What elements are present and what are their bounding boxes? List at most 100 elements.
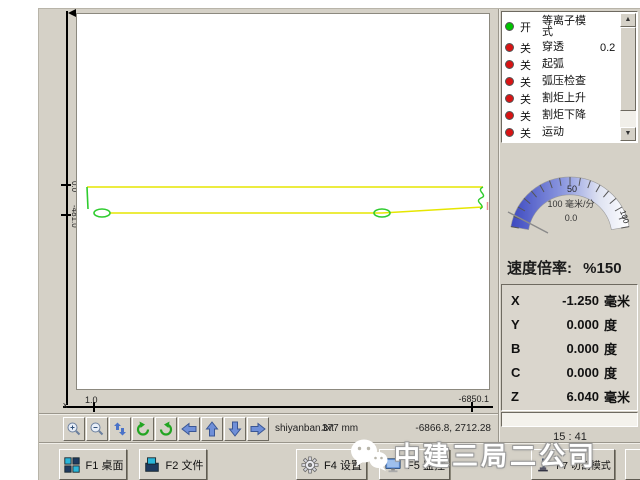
status-state: 关 bbox=[520, 74, 542, 90]
status-label: 穿透 bbox=[542, 42, 592, 53]
status-label: 割炬上升 bbox=[542, 93, 592, 104]
status-label: 割炬下降 bbox=[542, 110, 592, 121]
function-key-bar: F1 桌面 F2 文件 F4 设置 bbox=[39, 442, 640, 480]
led-off-icon bbox=[505, 77, 514, 86]
view-toolbar: shiyanban.txt 377 mm -6866.8, 2712.28 bbox=[39, 413, 498, 442]
f2-file-button[interactable]: F2 文件 bbox=[139, 449, 207, 480]
x-scale-label: 1.0 bbox=[85, 395, 98, 405]
x-right-label: -6850.1 bbox=[429, 394, 489, 404]
zoom-in-button[interactable] bbox=[63, 417, 85, 441]
lead-in-circle-left bbox=[94, 209, 110, 217]
coordinate-readout: X -1.250 毫米 Y 0.000 度 B 0.000 度 C 0.000 … bbox=[501, 284, 638, 411]
led-off-icon bbox=[505, 94, 514, 103]
status-row-motion: 关 运动 bbox=[502, 124, 620, 141]
axis-value: 6.040 bbox=[526, 389, 599, 404]
f1-label: F1 桌面 bbox=[86, 457, 124, 473]
axis-name: X bbox=[502, 293, 526, 308]
arrow-up-icon bbox=[204, 421, 220, 437]
axis-unit: 度 bbox=[599, 315, 637, 334]
f7-cut-mode-button[interactable]: F7 切割模式 bbox=[531, 449, 615, 480]
pan-right-button[interactable] bbox=[247, 417, 269, 441]
scroll-up-button[interactable]: ▲ bbox=[620, 13, 636, 27]
led-off-icon bbox=[505, 128, 514, 137]
right-panel: 开 等离子模式 关 穿透 0.2 关 起弧 bbox=[498, 9, 640, 442]
coord-row-b: B 0.000 度 bbox=[502, 336, 637, 360]
scroll-up-icon: ▲ bbox=[625, 16, 632, 23]
coord-row-z: Z 6.040 毫米 bbox=[502, 384, 637, 408]
led-off-icon bbox=[505, 60, 514, 69]
zoom-in-icon bbox=[66, 421, 82, 437]
status-label: 运动 bbox=[542, 127, 592, 138]
f2-label: F2 文件 bbox=[166, 457, 204, 473]
rotate-cw-icon bbox=[158, 421, 174, 437]
y-axis-arrow-icon bbox=[68, 9, 76, 17]
axis-value: 0.000 bbox=[526, 341, 599, 356]
axis-unit: 度 bbox=[599, 339, 637, 358]
monitor-icon bbox=[384, 456, 402, 474]
pan-up-button[interactable] bbox=[201, 417, 223, 441]
status-row-pierce: 关 穿透 0.2 bbox=[502, 39, 620, 56]
rotate-cw-button[interactable] bbox=[155, 417, 177, 441]
pan-down-button[interactable] bbox=[224, 417, 246, 441]
axis-unit: 毫米 bbox=[599, 291, 637, 310]
rotate-ccw-icon bbox=[135, 421, 151, 437]
axis-unit: 毫米 bbox=[599, 387, 637, 406]
status-label: 起弧 bbox=[542, 59, 592, 70]
io-status-list: 开 等离子模式 关 穿透 0.2 关 起弧 bbox=[501, 11, 638, 143]
machine-control-window: 0.0 -481.0 1.0 x -6850.1 bbox=[38, 8, 640, 480]
arrow-left-icon bbox=[181, 421, 197, 437]
x-axis-name: x bbox=[63, 400, 68, 410]
gear-icon bbox=[301, 456, 319, 474]
refresh-button[interactable] bbox=[109, 417, 131, 441]
status-state: 关 bbox=[520, 91, 542, 107]
torch-icon bbox=[535, 457, 551, 473]
status-label: 弧压检查 bbox=[542, 76, 592, 87]
status-scrollbar[interactable]: ▲ ▼ bbox=[620, 13, 636, 141]
status-state: 开 bbox=[520, 19, 542, 35]
toolpath-left-edge bbox=[87, 187, 88, 209]
rotate-ccw-button[interactable] bbox=[132, 417, 154, 441]
axis-name: Y bbox=[502, 317, 526, 332]
f7-label: F7 切割模式 bbox=[556, 457, 610, 472]
pan-left-button[interactable] bbox=[178, 417, 200, 441]
file-icon bbox=[143, 456, 161, 474]
f8-partial-button[interactable] bbox=[625, 449, 640, 480]
y-axis-line bbox=[66, 11, 68, 405]
status-row-plasma-mode: 开 等离子模式 bbox=[502, 14, 620, 39]
scroll-down-button[interactable]: ▼ bbox=[620, 127, 636, 141]
status-state: 关 bbox=[520, 40, 542, 56]
status-row-arc-start: 关 起弧 bbox=[502, 56, 620, 73]
scroll-down-icon: ▼ bbox=[625, 130, 632, 137]
toolpath-wavy-end bbox=[478, 187, 483, 209]
f5-monitor-button[interactable]: F5 监控 bbox=[379, 449, 450, 480]
speed-override: 速度倍率: %150 bbox=[507, 257, 637, 278]
status-row-arc-voltage-check: 关 弧压检查 bbox=[502, 73, 620, 90]
zoom-out-button[interactable] bbox=[86, 417, 108, 441]
f4-label: F4 设置 bbox=[324, 457, 362, 473]
coord-row-y: Y 0.000 度 bbox=[502, 312, 637, 336]
coord-row-x: X -1.250 毫米 bbox=[502, 288, 637, 312]
axis-name: C bbox=[502, 365, 526, 380]
status-label: 等离子模式 bbox=[542, 16, 592, 38]
status-state: 关 bbox=[520, 108, 542, 124]
speed-override-label: 速度倍率: bbox=[507, 260, 572, 277]
status-row-torch-down: 关 割炬下降 bbox=[502, 107, 620, 124]
x-axis-line bbox=[63, 406, 493, 408]
f1-desktop-button[interactable]: F1 桌面 bbox=[59, 449, 127, 480]
gauge-mid-label: 50 bbox=[567, 184, 577, 194]
status-row-torch-up: 关 割炬上升 bbox=[502, 90, 620, 107]
position-text: -6866.8, 2712.28 bbox=[369, 423, 491, 434]
status-value: 0.2 bbox=[600, 42, 615, 54]
led-off-icon bbox=[505, 43, 514, 52]
led-off-icon bbox=[505, 111, 514, 120]
scroll-thumb[interactable] bbox=[620, 27, 636, 111]
axis-value: 0.000 bbox=[526, 317, 599, 332]
toolpath-bottom-edge bbox=[110, 207, 483, 213]
led-on-icon bbox=[505, 22, 514, 31]
speed-gauge: 50 100 100 毫米/分 0.0 bbox=[502, 151, 638, 251]
coord-row-c: C 0.000 度 bbox=[502, 360, 637, 384]
speed-override-value: %150 bbox=[583, 260, 621, 277]
desktop-icon bbox=[63, 456, 81, 474]
f5-label: F5 监控 bbox=[407, 457, 445, 473]
f4-settings-button[interactable]: F4 设置 bbox=[296, 449, 367, 480]
